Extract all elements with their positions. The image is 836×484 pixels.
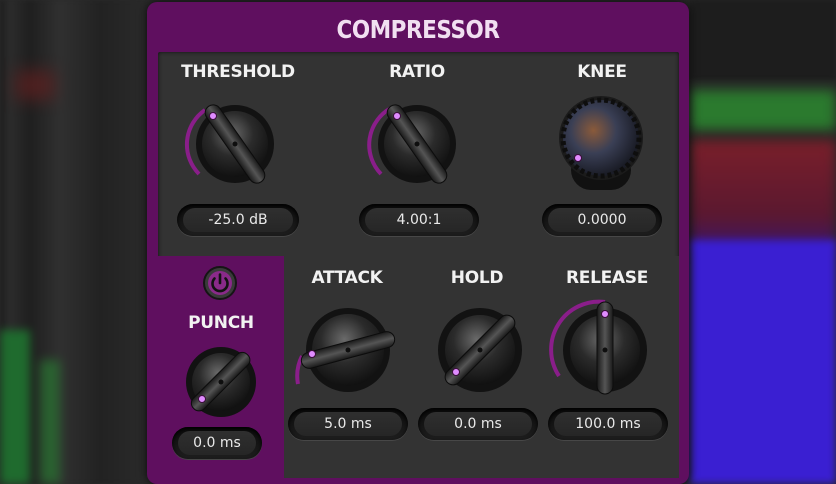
knee-value: 0.0000 bbox=[548, 208, 656, 232]
threshold-label: THRESHOLD bbox=[181, 62, 295, 82]
plugin-title: COMPRESSOR bbox=[336, 15, 500, 44]
knee-value-field[interactable]: 0.0000 bbox=[542, 204, 662, 236]
punch-value: 0.0 ms bbox=[178, 431, 256, 455]
attack-value: 5.0 ms bbox=[294, 412, 402, 436]
attack-value-field[interactable]: 5.0 ms bbox=[288, 408, 408, 440]
power-icon bbox=[203, 266, 237, 300]
ratio-label: RATIO bbox=[389, 62, 445, 82]
punch-power-button[interactable] bbox=[203, 266, 237, 300]
threshold-value-field[interactable]: -25.0 dB bbox=[177, 204, 299, 236]
punch-knob[interactable] bbox=[181, 342, 261, 422]
background-waveform-right bbox=[690, 0, 836, 484]
ratio-value: 4.00:1 bbox=[365, 208, 473, 232]
attack-knob[interactable] bbox=[292, 298, 396, 398]
knee-label: KNEE bbox=[577, 62, 627, 82]
knee-knob[interactable] bbox=[553, 90, 649, 194]
punch-value-field[interactable]: 0.0 ms bbox=[172, 427, 262, 459]
hold-value: 0.0 ms bbox=[424, 412, 532, 436]
release-knob[interactable] bbox=[547, 292, 657, 402]
attack-label: ATTACK bbox=[311, 268, 383, 288]
hold-label: HOLD bbox=[450, 268, 504, 288]
ratio-value-field[interactable]: 4.00:1 bbox=[359, 204, 479, 236]
threshold-knob[interactable] bbox=[177, 92, 281, 196]
hold-value-field[interactable]: 0.0 ms bbox=[418, 408, 538, 440]
hold-knob[interactable] bbox=[432, 302, 528, 398]
release-value-field[interactable]: 100.0 ms bbox=[548, 408, 668, 440]
compressor-panel: COMPRESSOR THRESHOLD RATIO KNEE PUNCH AT… bbox=[147, 2, 689, 484]
release-label: RELEASE bbox=[565, 268, 649, 288]
threshold-value: -25.0 dB bbox=[183, 208, 293, 232]
background-mixer-left bbox=[0, 0, 150, 484]
release-value: 100.0 ms bbox=[554, 412, 662, 436]
ratio-knob[interactable] bbox=[359, 92, 463, 196]
punch-label: PUNCH bbox=[188, 313, 254, 333]
